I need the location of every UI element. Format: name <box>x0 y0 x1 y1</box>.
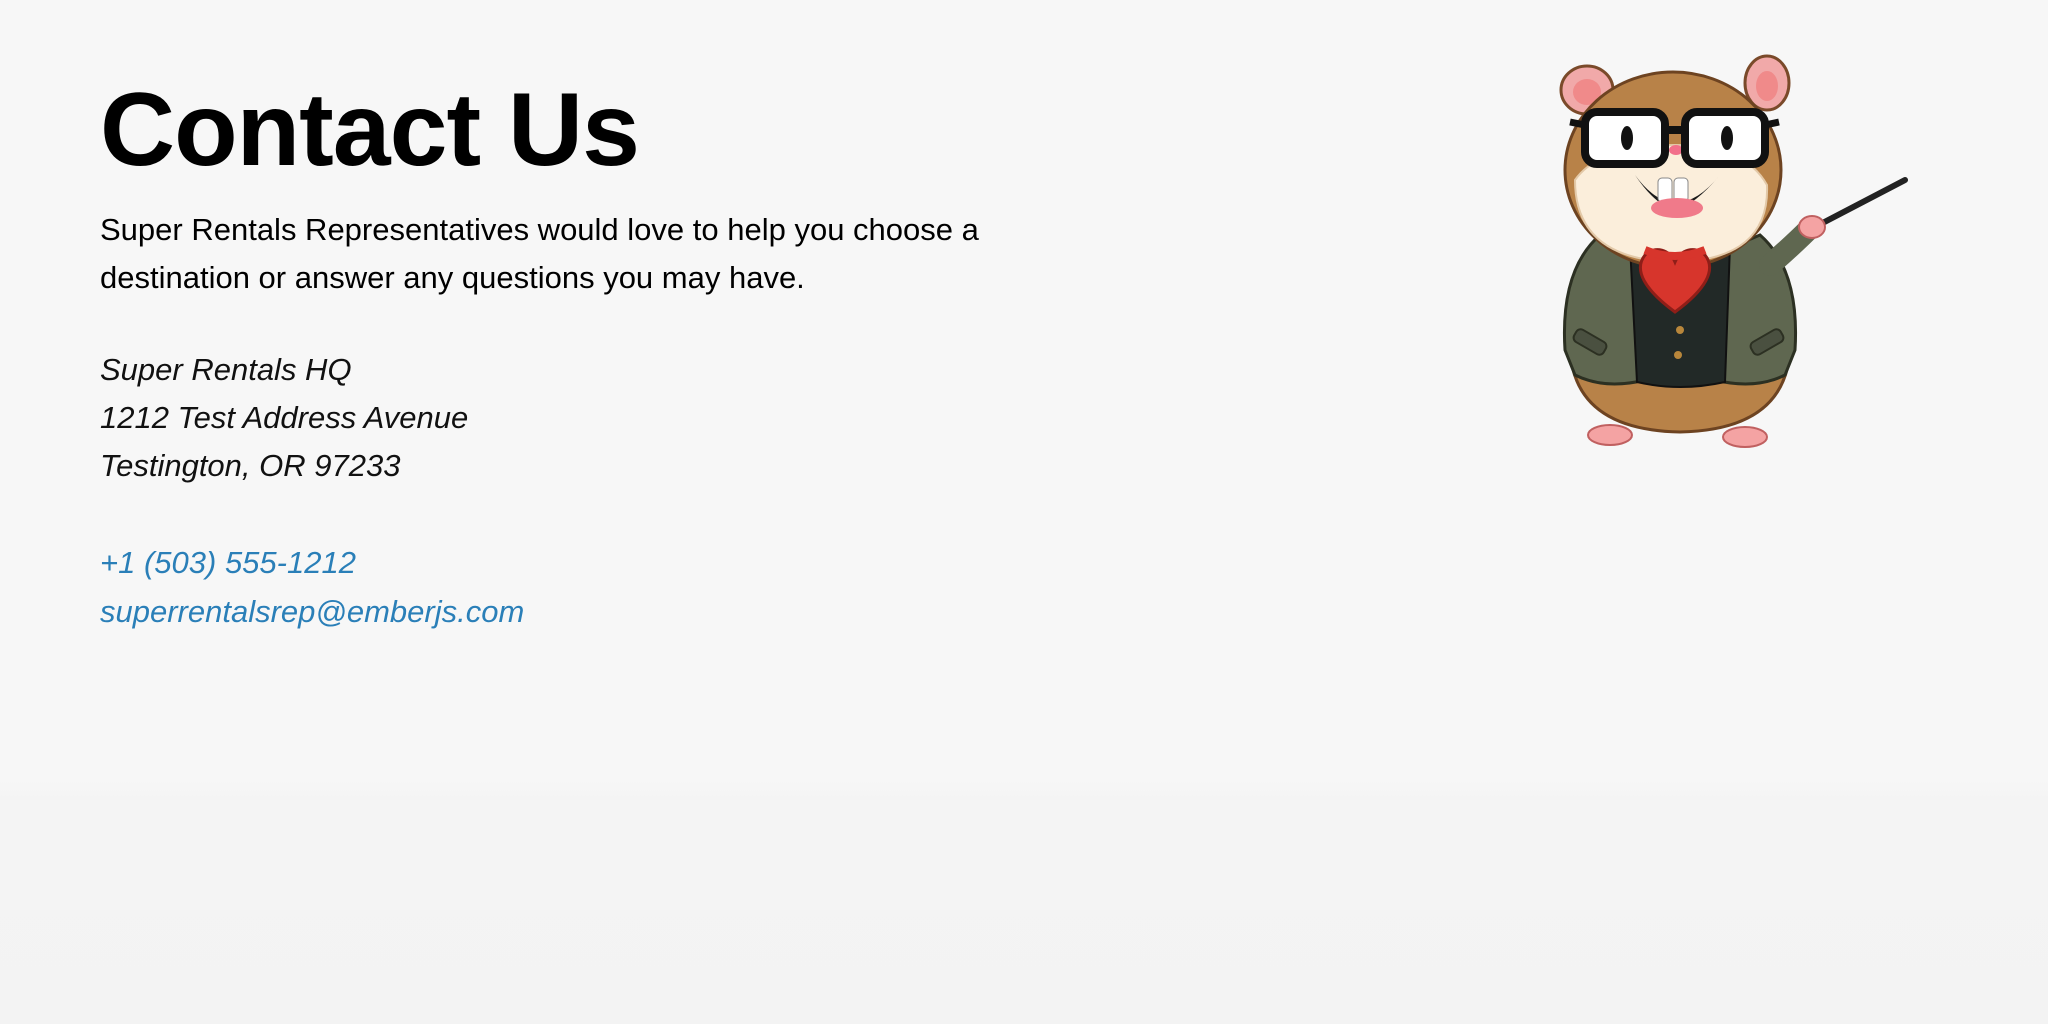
phone-link[interactable]: +1 (503) 555-1212 <box>100 538 356 587</box>
office-address: Super Rentals HQ 1212 Test Address Avenu… <box>100 346 1400 490</box>
page: Contact Us Super Rentals Representatives… <box>0 0 2048 1024</box>
address-city: Testington, OR 97233 <box>100 448 401 483</box>
contact-links: +1 (503) 555-1212 superrentalsrep@emberj… <box>100 538 1400 636</box>
address-name: Super Rentals HQ <box>100 352 352 387</box>
address-street: 1212 Test Address Avenue <box>100 400 469 435</box>
intro-text: Super Rentals Representatives would love… <box>100 212 979 295</box>
page-title: Contact Us <box>100 72 640 188</box>
tomster-mascot-icon <box>1559 54 1908 448</box>
email-link[interactable]: superrentalsrep@emberjs.com <box>100 587 524 636</box>
contact-content: Contact Us Super Rentals Representatives… <box>100 70 1400 636</box>
